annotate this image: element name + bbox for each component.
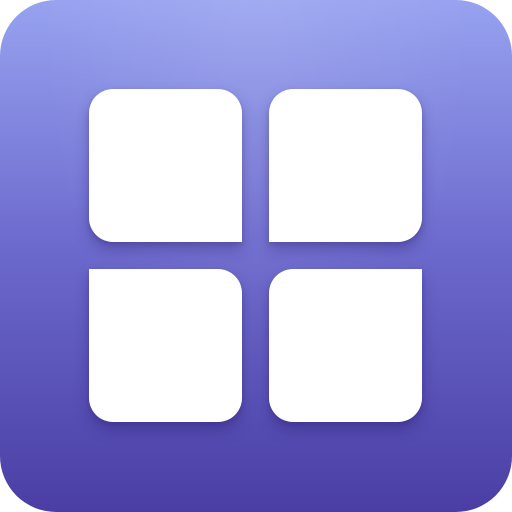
grid-tile-top-left bbox=[89, 89, 242, 242]
grid-tile-bottom-right bbox=[269, 269, 422, 422]
grid-app-icon[interactable] bbox=[0, 0, 512, 512]
grid-tile-bottom-left bbox=[89, 269, 242, 422]
grid-tile-top-right bbox=[269, 89, 422, 242]
